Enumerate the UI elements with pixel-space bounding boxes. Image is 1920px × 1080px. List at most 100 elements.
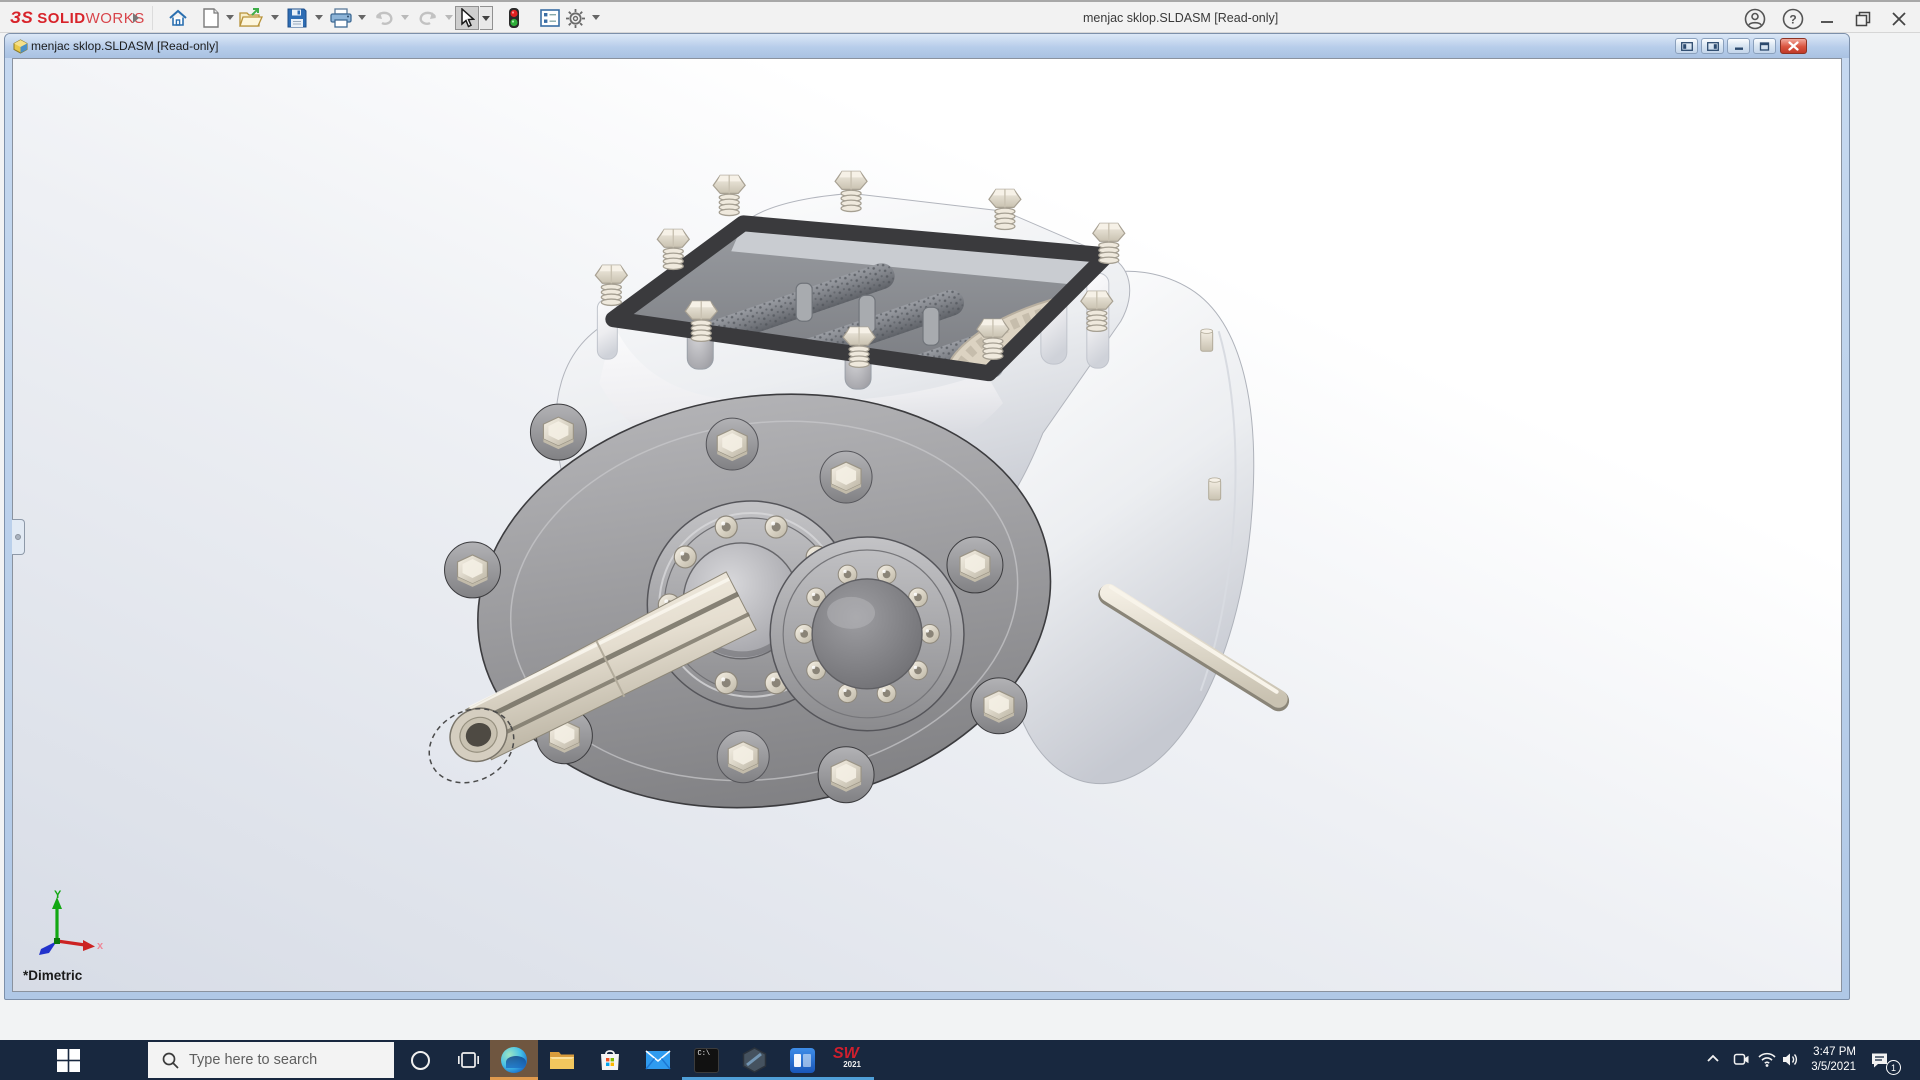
collapse-handle-dot [15, 534, 21, 540]
restore-icon [1759, 41, 1770, 51]
close-icon [1788, 41, 1799, 51]
rear-stud-bolt[interactable] [1200, 328, 1214, 352]
doc-minimize-button[interactable] [1727, 38, 1750, 54]
selection-status-button[interactable] [502, 6, 526, 30]
home-button[interactable] [166, 6, 190, 30]
logo-ds-glyph: ЗS [10, 8, 34, 27]
print-dropdown[interactable] [358, 15, 366, 20]
tray-chevron-up-button[interactable] [1706, 1052, 1720, 1071]
undo-icon [375, 11, 393, 25]
taskbar-search-input[interactable]: Type here to search [148, 1042, 394, 1078]
help-icon: ? [1782, 8, 1804, 29]
options-dropdown[interactable] [592, 15, 600, 20]
task-pane-button[interactable] [538, 6, 562, 30]
toolbar-separator [152, 6, 153, 30]
meet-now-icon [1733, 1053, 1749, 1065]
select-arrow-icon [461, 8, 475, 28]
x-axis-label: x [97, 940, 104, 952]
taskbar-edge-button[interactable] [490, 1040, 538, 1080]
save-dropdown[interactable] [315, 15, 323, 20]
cortana-button[interactable] [398, 1040, 442, 1080]
notification-badge: 1 [1886, 1060, 1901, 1075]
app-window-title: menjac sklop.SLDASM [Read-only] [1083, 11, 1279, 25]
edge-icon [501, 1047, 527, 1073]
tray-volume-button[interactable] [1782, 1052, 1799, 1072]
print-button[interactable] [329, 6, 353, 30]
taskbar-solidworks-button[interactable]: SW 2021 [826, 1040, 874, 1080]
graphics-viewport[interactable]: Y x *Dimetric [12, 58, 1842, 992]
new-document-dropdown[interactable] [226, 15, 234, 20]
feature-tree-collapse-tab[interactable] [12, 519, 25, 555]
gearbox-assembly-model[interactable] [13, 59, 1841, 991]
account-button[interactable] [1740, 4, 1770, 33]
new-document-button[interactable] [199, 6, 223, 30]
task-pane-list-icon [540, 9, 560, 27]
traffic-light-icon [509, 8, 519, 28]
taskbar-blue-window-app-button[interactable] [778, 1040, 826, 1080]
close-button[interactable] [1884, 4, 1914, 33]
solidworks-logo: ЗS SOLIDWORKS [10, 8, 145, 27]
store-icon [601, 1050, 619, 1070]
restore-button[interactable] [1848, 4, 1878, 33]
hexagon-app-icon [742, 1047, 766, 1073]
save-button[interactable] [285, 6, 309, 30]
select-tool-dropdown[interactable] [480, 6, 493, 30]
rear-stud-bolt[interactable] [1208, 477, 1222, 501]
task-view-button[interactable] [446, 1040, 490, 1080]
search-icon [162, 1052, 179, 1069]
assembly-file-icon [13, 39, 28, 54]
minimize-icon [1821, 20, 1833, 23]
search-placeholder-text: Type here to search [189, 1052, 318, 1068]
restore-icon [1855, 11, 1871, 26]
shift-fork[interactable] [795, 282, 813, 322]
help-button[interactable]: ? [1778, 4, 1808, 33]
doc-close-button[interactable] [1780, 38, 1807, 54]
select-tool-button[interactable] [455, 6, 479, 30]
pane-right-button[interactable] [1701, 38, 1724, 54]
taskbar-mail-button[interactable] [634, 1040, 682, 1080]
account-icon [1744, 8, 1766, 29]
undo-dropdown[interactable] [401, 15, 409, 20]
print-icon [330, 8, 352, 28]
save-icon [287, 8, 307, 28]
open-icon [239, 8, 263, 27]
redo-dropdown[interactable] [445, 15, 453, 20]
redo-button[interactable] [416, 6, 440, 30]
task-view-icon [457, 1052, 479, 1068]
bearing-cover-flange[interactable] [769, 536, 965, 732]
taskbar-store-button[interactable] [586, 1040, 634, 1080]
open-dropdown[interactable] [271, 15, 279, 20]
options-button[interactable] [563, 6, 587, 30]
pane-left-button[interactable] [1675, 38, 1698, 54]
y-axis-label: Y [54, 889, 62, 901]
blue-window-app-icon [789, 1047, 815, 1073]
taskbar-file-explorer-button[interactable] [538, 1040, 586, 1080]
tray-wifi-button[interactable] [1758, 1052, 1776, 1072]
new-document-icon [203, 8, 219, 28]
solidworks-icon: SW 2021 [833, 1045, 861, 1070]
tray-clock[interactable]: 3:47 PM 3/5/2021 [1800, 1045, 1856, 1075]
file-explorer-icon [550, 1052, 574, 1069]
terminal-icon: C:\ [693, 1047, 719, 1073]
minimize-button[interactable] [1812, 4, 1842, 33]
open-button[interactable] [239, 6, 263, 30]
undo-button[interactable] [372, 6, 396, 30]
tray-date: 3/5/2021 [1811, 1061, 1856, 1073]
start-icon [56, 1048, 80, 1072]
taskbar-terminal-button[interactable]: C:\ [682, 1040, 730, 1080]
close-icon [1892, 11, 1906, 26]
home-icon [169, 9, 187, 26]
taskbar-hexagon-app-button[interactable] [730, 1040, 778, 1080]
chevron-up-icon [1707, 1054, 1719, 1062]
start-button[interactable] [40, 1040, 96, 1080]
document-title: menjac sklop.SLDASM [Read-only] [31, 39, 219, 53]
options-gear-icon [565, 8, 585, 28]
menu-expand-arrow-icon[interactable] [133, 13, 139, 23]
tray-meet-now-button[interactable] [1732, 1052, 1750, 1072]
shift-fork[interactable] [922, 306, 940, 346]
document-title-bar[interactable]: menjac sklop.SLDASM [Read-only] [5, 34, 1849, 58]
doc-restore-button[interactable] [1753, 38, 1776, 54]
document-window: menjac sklop.SLDASM [Read-only] Y x *Dim… [4, 33, 1850, 1000]
pane-left-icon [1680, 41, 1693, 51]
view-orientation-label: *Dimetric [23, 968, 83, 983]
